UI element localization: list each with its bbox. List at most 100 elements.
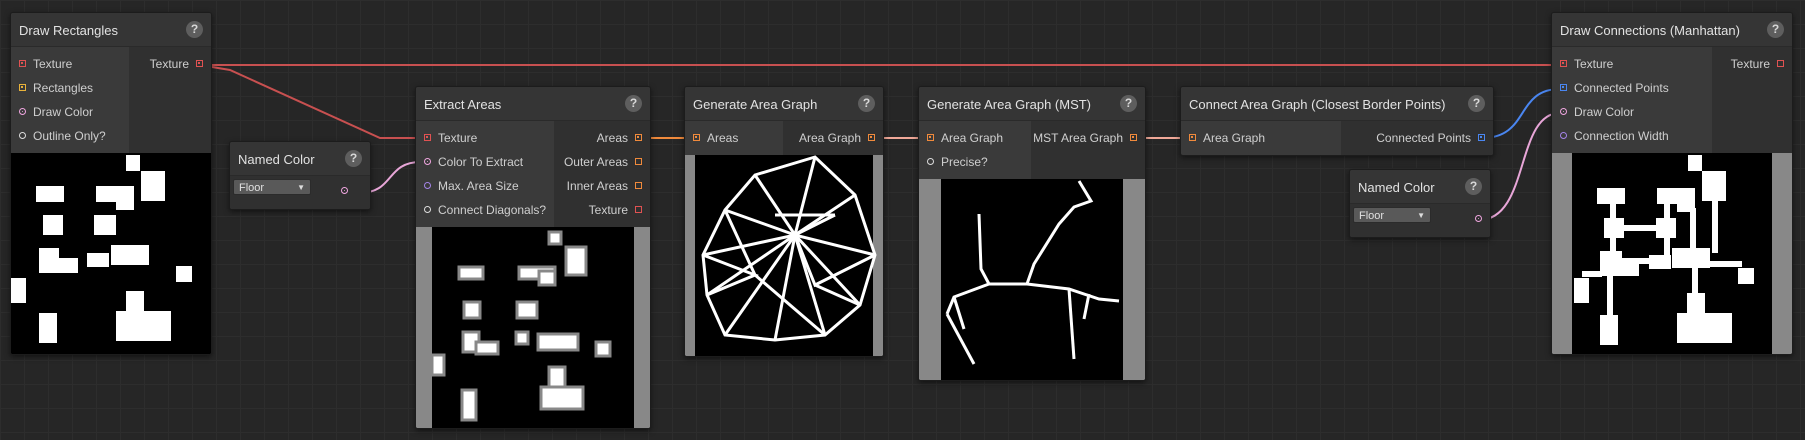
- extract-areas-node[interactable]: Extract Areas ? Texture Color To Extract…: [415, 86, 651, 429]
- node-title: Named Color: [238, 152, 315, 167]
- graph-port-icon[interactable]: [1189, 134, 1196, 142]
- node-header[interactable]: Named Color ?: [1350, 170, 1490, 204]
- color-dropdown[interactable]: Floor ▼: [233, 179, 311, 195]
- generate-area-graph-mst-node[interactable]: Generate Area Graph (MST) ? Area Graph P…: [918, 86, 1146, 381]
- output-outer-areas[interactable]: Outer Areas: [564, 150, 642, 174]
- node-title: Generate Area Graph (MST): [927, 97, 1092, 112]
- port-label: Texture: [149, 57, 189, 71]
- output-texture[interactable]: Texture: [150, 52, 203, 76]
- port-label: Draw Color: [33, 105, 94, 119]
- input-texture[interactable]: Texture: [19, 52, 72, 76]
- input-texture[interactable]: Texture: [1560, 52, 1613, 76]
- help-icon[interactable]: ?: [186, 21, 203, 38]
- float-port-icon[interactable]: [1560, 132, 1567, 140]
- node-header[interactable]: Draw Connections (Manhattan) ?: [1552, 13, 1792, 47]
- input-draw-color[interactable]: Draw Color: [1560, 100, 1634, 124]
- graph-port-icon[interactable]: [868, 134, 875, 142]
- graph-port-icon[interactable]: [927, 134, 934, 142]
- port-label: Texture: [1730, 57, 1770, 71]
- node-header[interactable]: Generate Area Graph ?: [685, 87, 883, 121]
- texture-port-icon[interactable]: [635, 206, 642, 214]
- points-port-icon[interactable]: [1478, 134, 1485, 142]
- draw-rectangles-node[interactable]: Draw Rectangles ? Texture Rectangles Dra…: [10, 12, 212, 355]
- input-connected-points[interactable]: Connected Points: [1560, 76, 1669, 100]
- port-label: Outline Only?: [33, 129, 106, 143]
- port-label: Max. Area Size: [438, 179, 519, 193]
- help-icon[interactable]: ?: [1120, 95, 1137, 112]
- help-icon[interactable]: ?: [345, 150, 362, 167]
- graph-port-icon[interactable]: [1130, 134, 1137, 142]
- output-texture[interactable]: Texture: [1731, 52, 1784, 76]
- help-icon[interactable]: ?: [625, 95, 642, 112]
- generate-area-graph-node[interactable]: Generate Area Graph ? Areas Area Graph: [684, 86, 884, 357]
- input-max-area-size[interactable]: Max. Area Size: [424, 174, 519, 198]
- texture-port-icon[interactable]: [196, 60, 203, 68]
- node-header[interactable]: Connect Area Graph (Closest Border Point…: [1181, 87, 1493, 121]
- texture-preview: [416, 227, 650, 428]
- port-label: Inner Areas: [566, 179, 628, 193]
- output-areas[interactable]: Areas: [597, 126, 642, 150]
- port-label: MST Area Graph: [1033, 131, 1123, 145]
- input-connection-width[interactable]: Connection Width: [1560, 124, 1669, 148]
- node-header[interactable]: Extract Areas ?: [416, 87, 650, 121]
- input-areas[interactable]: Areas: [693, 126, 738, 150]
- color-output-port-icon[interactable]: [341, 187, 348, 194]
- texture-port-icon[interactable]: [1777, 60, 1784, 68]
- output-texture[interactable]: Texture: [589, 198, 642, 222]
- input-texture[interactable]: Texture: [424, 126, 477, 150]
- texture-port-icon[interactable]: [19, 60, 26, 68]
- color-port-icon[interactable]: [424, 158, 431, 166]
- help-icon[interactable]: ?: [1465, 178, 1482, 195]
- rectangles-port-icon[interactable]: [19, 84, 26, 92]
- named-color-node[interactable]: Named Color ? Floor ▼: [1349, 169, 1491, 238]
- port-label: Outer Areas: [563, 155, 628, 169]
- input-color-to-extract[interactable]: Color To Extract: [424, 150, 523, 174]
- port-label: Areas: [707, 131, 739, 145]
- node-header[interactable]: Draw Rectangles ?: [11, 13, 211, 47]
- areas-port-icon[interactable]: [635, 182, 642, 190]
- areas-port-icon[interactable]: [693, 134, 700, 142]
- input-precise[interactable]: Precise?: [927, 150, 988, 174]
- color-port-icon[interactable]: [19, 108, 26, 116]
- help-icon[interactable]: ?: [858, 95, 875, 112]
- points-port-icon[interactable]: [1560, 84, 1567, 92]
- port-label: Connected Points: [1376, 131, 1471, 145]
- node-header[interactable]: Named Color ?: [230, 142, 370, 176]
- areas-port-icon[interactable]: [635, 134, 642, 142]
- preview-image: [11, 153, 211, 354]
- port-label: Texture: [438, 131, 478, 145]
- port-label: Area Graph: [798, 131, 861, 145]
- connect-area-graph-node[interactable]: Connect Area Graph (Closest Border Point…: [1180, 86, 1494, 156]
- texture-port-icon[interactable]: [424, 134, 431, 142]
- graph-preview: [919, 179, 1145, 380]
- float-port-icon[interactable]: [424, 182, 431, 190]
- node-title: Connect Area Graph (Closest Border Point…: [1189, 97, 1446, 112]
- output-inner-areas[interactable]: Inner Areas: [567, 174, 642, 198]
- output-area-graph[interactable]: Area Graph: [799, 126, 875, 150]
- color-port-icon[interactable]: [1560, 108, 1567, 116]
- port-label: Texture: [33, 57, 73, 71]
- node-title: Generate Area Graph: [693, 97, 818, 112]
- help-icon[interactable]: ?: [1767, 21, 1784, 38]
- color-output-port-icon[interactable]: [1475, 215, 1482, 222]
- bool-port-icon[interactable]: [19, 132, 26, 140]
- input-outline-only[interactable]: Outline Only?: [19, 124, 106, 148]
- input-draw-color[interactable]: Draw Color: [19, 100, 93, 124]
- preview-image: [416, 227, 650, 428]
- bool-port-icon[interactable]: [927, 158, 934, 166]
- input-area-graph[interactable]: Area Graph: [1189, 126, 1265, 150]
- node-header[interactable]: Generate Area Graph (MST) ?: [919, 87, 1145, 121]
- input-connect-diagonals[interactable]: Connect Diagonals?: [424, 198, 546, 222]
- output-mst-area-graph[interactable]: MST Area Graph: [1033, 126, 1137, 150]
- bool-port-icon[interactable]: [424, 206, 431, 214]
- input-area-graph[interactable]: Area Graph: [927, 126, 1003, 150]
- color-dropdown[interactable]: Floor ▼: [1353, 207, 1431, 223]
- output-connected-points[interactable]: Connected Points: [1376, 126, 1485, 150]
- help-icon[interactable]: ?: [1468, 95, 1485, 112]
- input-rectangles[interactable]: Rectangles: [19, 76, 93, 100]
- texture-port-icon[interactable]: [1560, 60, 1567, 68]
- port-label: Connection Width: [1574, 129, 1669, 143]
- draw-connections-node[interactable]: Draw Connections (Manhattan) ? Texture C…: [1551, 12, 1793, 355]
- areas-port-icon[interactable]: [635, 158, 642, 166]
- named-color-node[interactable]: Named Color ? Floor ▼: [229, 141, 371, 210]
